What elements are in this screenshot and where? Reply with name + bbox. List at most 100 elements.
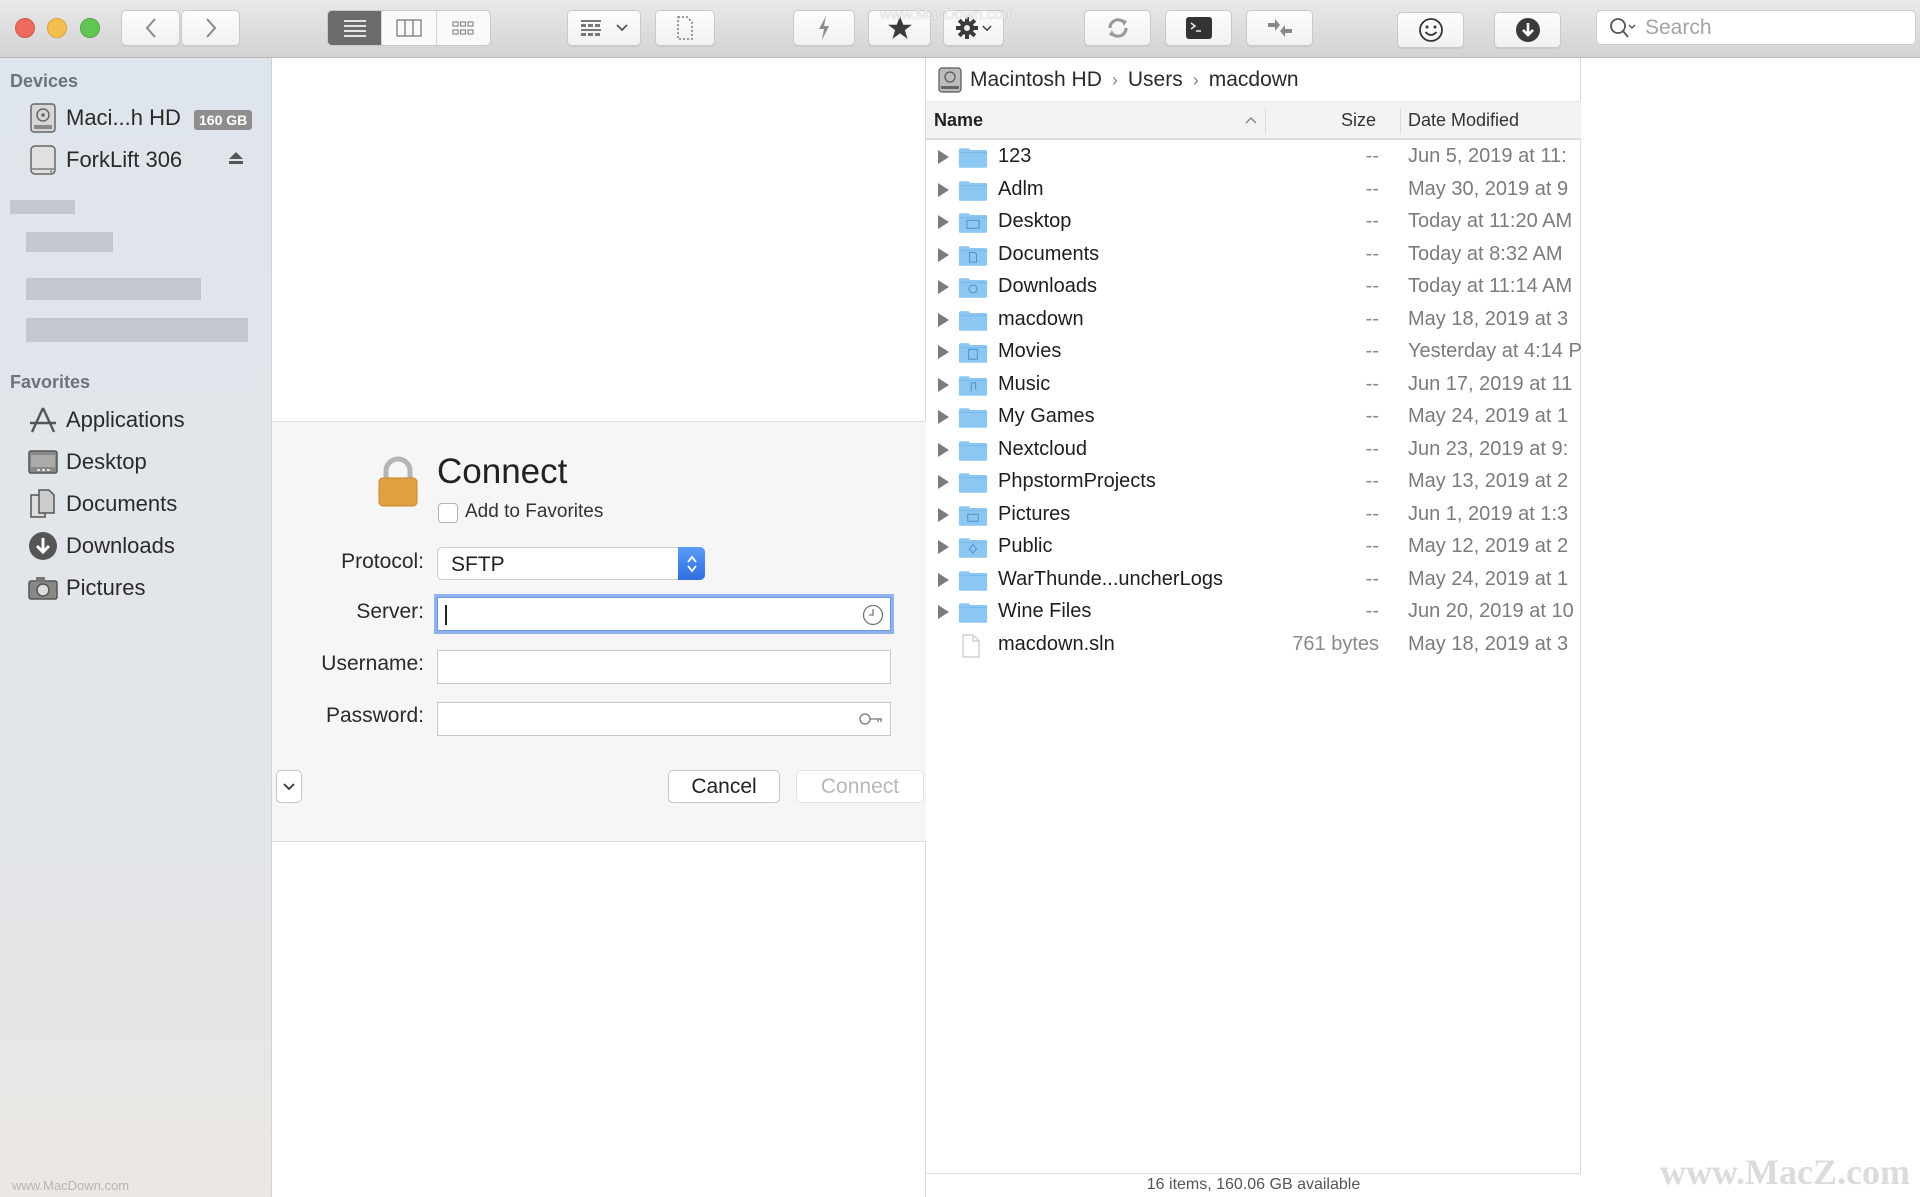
file-row[interactable]: Music -- Jun 17, 2019 at 11	[926, 369, 1581, 402]
list-view-button[interactable]	[328, 11, 383, 45]
column-header-name[interactable]: Name	[934, 110, 983, 131]
file-row[interactable]: Desktop -- Today at 11:20 AM	[926, 206, 1581, 239]
column-header-size[interactable]: Size	[1341, 110, 1376, 131]
folder-icon	[958, 213, 988, 233]
file-date: May 18, 2019 at 3	[1408, 632, 1569, 655]
file-size: --	[1365, 567, 1379, 590]
file-row[interactable]: macdown.sln 761 bytes May 18, 2019 at 3	[926, 629, 1581, 662]
column-divider[interactable]	[1400, 108, 1401, 134]
username-input[interactable]	[438, 651, 838, 683]
sidebar-item-pictures[interactable]: Pictures	[28, 571, 145, 605]
password-label: Password:	[325, 704, 424, 727]
file-row[interactable]: 123 -- Jun 5, 2019 at 11:	[926, 141, 1581, 174]
file-row[interactable]: Downloads -- Today at 11:14 AM	[926, 271, 1581, 304]
file-row[interactable]: Movies -- Yesterday at 4:14 PM	[926, 336, 1581, 369]
disclosure-triangle-icon[interactable]	[938, 410, 949, 424]
group-icon	[581, 20, 601, 36]
folder-icon	[958, 245, 988, 266]
download-button[interactable]	[1494, 12, 1561, 48]
disclosure-triangle-icon[interactable]	[938, 215, 949, 229]
expand-options-button[interactable]	[276, 770, 302, 803]
disclosure-triangle-icon[interactable]	[938, 182, 949, 197]
breadcrumb-item[interactable]: Users	[1128, 68, 1183, 92]
folder-icon	[958, 375, 988, 396]
sync-icon	[1107, 18, 1128, 38]
file-row[interactable]: Adlm -- May 30, 2019 at 9	[926, 174, 1581, 207]
column-header-date-modified[interactable]: Date Modified	[1408, 110, 1519, 131]
history-clock-icon[interactable]	[862, 604, 884, 626]
back-button[interactable]	[121, 10, 180, 46]
disclosure-triangle-icon[interactable]	[938, 475, 949, 489]
server-input[interactable]	[438, 598, 838, 630]
file-row[interactable]: Nextcloud -- Jun 23, 2019 at 9:	[926, 434, 1581, 467]
search-input[interactable]	[1643, 14, 1903, 41]
file-row[interactable]: Documents -- Today at 8:32 AM	[926, 239, 1581, 272]
chevron-down-icon	[283, 782, 295, 790]
disclosure-triangle-icon[interactable]	[938, 572, 949, 587]
disclosure-triangle-icon[interactable]	[938, 247, 949, 262]
sidebar-item-downloads[interactable]: Downloads	[28, 529, 175, 563]
icon-view-button[interactable]	[437, 11, 490, 45]
compare-button[interactable]	[1246, 10, 1313, 46]
file-row[interactable]: WarThunde...uncherLogs -- May 24, 2019 at …	[926, 564, 1581, 597]
disclosure-triangle-icon[interactable]	[938, 377, 949, 392]
disclosure-triangle-icon[interactable]	[938, 345, 949, 359]
eject-icon[interactable]	[228, 151, 244, 165]
password-input[interactable]	[438, 703, 838, 735]
column-divider[interactable]	[1265, 108, 1266, 134]
close-window-button[interactable]	[15, 18, 35, 38]
breadcrumb-item[interactable]: Macintosh HD	[970, 68, 1102, 92]
file-date: Jun 20, 2019 at 10	[1408, 600, 1574, 622]
file-row[interactable]: PhpstormProjects -- May 13, 2019 at 2	[926, 466, 1581, 499]
username-field[interactable]	[437, 650, 891, 684]
file-size: --	[1365, 535, 1379, 557]
sync-button[interactable]	[1084, 10, 1151, 46]
emoji-button[interactable]	[1397, 12, 1464, 48]
add-to-favorites-checkbox[interactable]	[438, 503, 458, 523]
minimize-window-button[interactable]	[47, 18, 67, 38]
cancel-button[interactable]: Cancel	[668, 770, 780, 803]
disclosure-triangle-icon[interactable]	[938, 150, 949, 164]
disclosure-triangle-icon[interactable]	[938, 507, 949, 522]
file-row[interactable]: My Games -- May 24, 2019 at 1	[926, 401, 1581, 434]
file-row[interactable]: Wine Files -- Jun 20, 2019 at 10	[926, 596, 1581, 629]
forward-button[interactable]	[181, 10, 240, 46]
file-date: Today at 11:20 AM	[1408, 210, 1573, 232]
sidebar-item-documents[interactable]: Documents	[28, 487, 177, 521]
file-name: 123	[998, 145, 1032, 167]
sidebar-item-macintosh-hd[interactable]: Maci...h HD	[28, 101, 181, 135]
file-date: Today at 11:14 AM	[1408, 275, 1573, 297]
key-icon[interactable]	[858, 709, 884, 729]
breadcrumb-item[interactable]: macdown	[1209, 68, 1299, 92]
connect-button[interactable]: Connect	[796, 770, 924, 803]
zoom-window-button[interactable]	[80, 18, 100, 38]
file-date: May 18, 2019 at 3	[1408, 307, 1569, 330]
file-name: Nextcloud	[998, 437, 1087, 460]
disclosure-triangle-icon[interactable]	[938, 312, 949, 327]
breadcrumb-separator-icon: ›	[1111, 69, 1118, 90]
chevron-right-icon	[205, 18, 216, 38]
terminal-button[interactable]	[1165, 10, 1232, 46]
sidebar-item-applications[interactable]: Applications	[28, 403, 185, 437]
disclosure-triangle-icon[interactable]	[938, 605, 949, 619]
sidebar-item-desktop[interactable]: Desktop	[28, 445, 147, 479]
disclosure-triangle-icon[interactable]	[938, 540, 949, 554]
group-by-dropdown[interactable]	[567, 10, 641, 46]
folder-icon	[958, 538, 988, 558]
grid-icon	[452, 21, 474, 35]
file-row[interactable]: Pictures -- Jun 1, 2019 at 1:3	[926, 499, 1581, 532]
password-field[interactable]	[437, 702, 891, 736]
sidebar-item-forklift[interactable]: ForkLift 306	[28, 143, 182, 177]
quick-action-button[interactable]	[793, 10, 855, 46]
server-field[interactable]	[437, 597, 891, 631]
column-view-button[interactable]	[382, 11, 437, 45]
new-file-button[interactable]	[655, 10, 715, 46]
file-size: --	[1365, 437, 1379, 460]
search-field[interactable]	[1596, 10, 1916, 45]
file-row[interactable]: macdown -- May 18, 2019 at 3	[926, 304, 1581, 337]
disclosure-triangle-icon[interactable]	[938, 442, 949, 457]
sort-ascending-icon	[1245, 116, 1257, 124]
disclosure-triangle-icon[interactable]	[938, 280, 949, 294]
file-row[interactable]: Public -- May 12, 2019 at 2	[926, 531, 1581, 564]
protocol-select[interactable]: SFTP	[437, 547, 705, 580]
